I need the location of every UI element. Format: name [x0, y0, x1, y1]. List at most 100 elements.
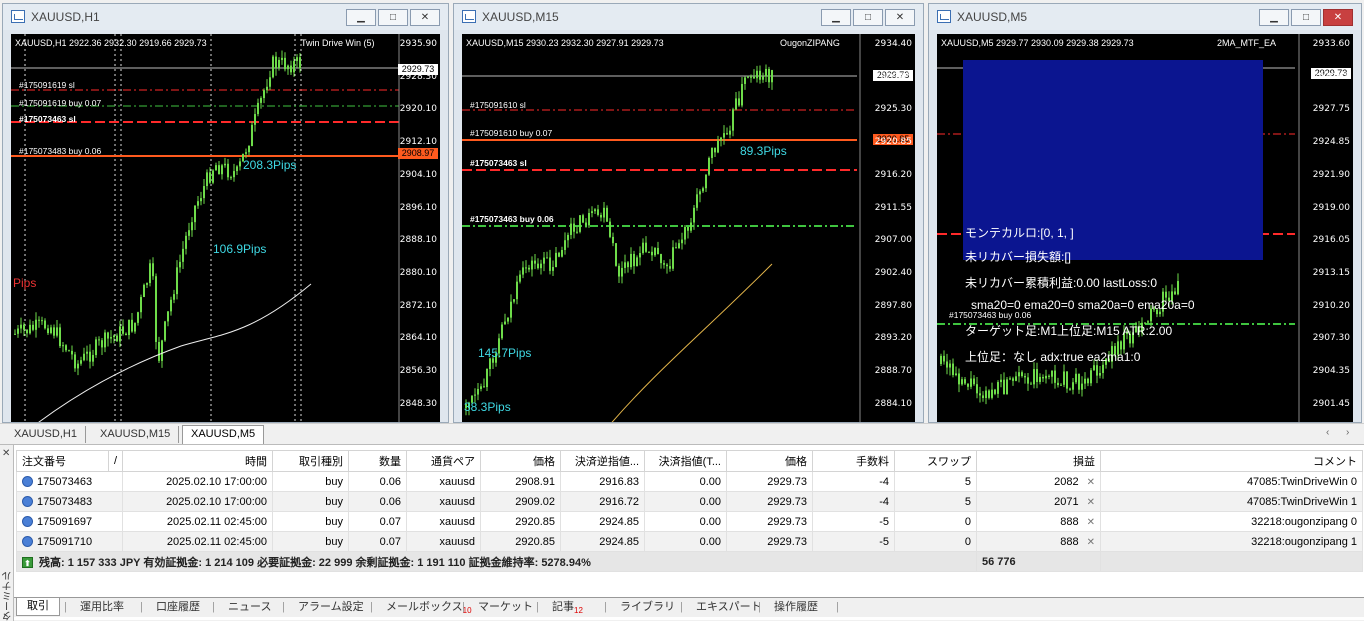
cell-value: 5: [964, 475, 971, 488]
title-bar[interactable]: XAUUSD,M5 ▁ □ ✕: [929, 4, 1361, 30]
column-header[interactable]: 価格: [480, 450, 561, 472]
column-header[interactable]: コメント: [1100, 450, 1363, 472]
candle-body: [946, 361, 948, 368]
candle-body: [940, 355, 942, 364]
tab-separator: |: [680, 601, 683, 613]
candle-body: [155, 276, 157, 342]
table-row[interactable]: 175091697 2025.02.11 02:45:00 buy 0.07 xauus…: [16, 511, 1363, 532]
cell-value: buy: [325, 535, 343, 548]
chart-window-m15[interactable]: XAUUSD,M15 ▁ □ ✕ XAUUSD,M15 2930.23 2932.3…: [453, 3, 924, 423]
pips-label: 145.7Pips: [478, 346, 532, 360]
candle-body: [65, 345, 67, 351]
close-button[interactable]: ✕: [410, 9, 440, 26]
candle-body: [765, 68, 767, 77]
close-icon[interactable]: ✕: [2, 448, 10, 459]
candle-body: [143, 284, 145, 298]
tab-3[interactable]: ニュース: [218, 599, 281, 617]
candle-body: [967, 383, 969, 387]
tab-7[interactable]: 記事12: [542, 599, 593, 617]
tab-xauusd-h1[interactable]: XAUUSD,H1: [6, 426, 86, 443]
candle-body: [158, 341, 160, 361]
order-label: #1750916​19 buy 0.07: [19, 98, 102, 108]
close-order-icon[interactable]: ✕: [1087, 497, 1095, 508]
cell-value: 47085:TwinDriveWin 1: [1246, 495, 1357, 508]
tab-0[interactable]: 取引: [16, 598, 60, 616]
maximize-button[interactable]: □: [1291, 9, 1321, 26]
candle-body: [546, 257, 548, 259]
column-header[interactable]: 時間: [122, 450, 273, 472]
column-header[interactable]: 取引種別: [272, 450, 349, 472]
column-header[interactable]: 数量: [348, 450, 407, 472]
column-header[interactable]: 損益: [976, 450, 1101, 472]
price-chart[interactable]: XAUUSD,H1 2922.36 2932.30 2919.66 2929.7…: [11, 34, 440, 422]
candle-body: [257, 102, 259, 115]
price-chart[interactable]: XAUUSD,M5 2929.77 2930.09 2929.38 2929.7…: [937, 34, 1353, 422]
table-row[interactable]: 175073483 2025.02.10 17:00:00 buy 0.06 xauus…: [16, 491, 1363, 512]
candle-body: [585, 222, 587, 226]
column-header[interactable]: スワップ: [894, 450, 977, 472]
scroll-left-icon[interactable]: ‹: [1326, 427, 1329, 438]
tab-8[interactable]: ライブラリ: [610, 599, 685, 617]
candle-body: [534, 260, 536, 264]
minimize-button[interactable]: ▁: [346, 9, 376, 26]
column-header[interactable]: 決済指値(T...: [644, 450, 727, 472]
chart-window-h1[interactable]: XAUUSD,H1 ▁ □ ✕ XAUUSD,H1 2922.36 2932.30 …: [2, 3, 449, 423]
tab-2[interactable]: 口座履歴: [146, 599, 210, 617]
tab-xauusd-m15[interactable]: XAUUSD,M15: [92, 426, 180, 443]
candle-body: [603, 207, 605, 218]
tab-separator: |: [758, 601, 761, 613]
candle-body: [101, 340, 103, 348]
cell-value: 2025.02.11 02:45:00: [166, 515, 267, 528]
tab-5[interactable]: メールボックス10: [376, 599, 482, 617]
table-row[interactable]: 175091710 2025.02.11 02:45:00 buy 0.07 xauus…: [16, 531, 1363, 552]
column-header[interactable]: /: [108, 450, 123, 472]
candle-body: [209, 172, 211, 183]
tab-separator: |: [282, 601, 285, 613]
candle-body: [714, 147, 716, 153]
minimize-button[interactable]: ▁: [821, 9, 851, 26]
candle-body: [80, 360, 82, 364]
candle-body: [1165, 291, 1167, 298]
scroll-right-icon[interactable]: ›: [1346, 427, 1349, 438]
maximize-button[interactable]: □: [853, 9, 883, 26]
candle-body: [1006, 379, 1008, 395]
ea-name: 2MA_MTF_EA: [1217, 38, 1277, 48]
minimize-button[interactable]: ▁: [1259, 9, 1289, 26]
column-header[interactable]: 決済逆指値...: [560, 450, 645, 472]
tab-label: アラーム設定: [298, 601, 364, 613]
tab-6[interactable]: マーケット: [468, 599, 543, 617]
candle-body: [531, 260, 533, 270]
candle-body: [296, 57, 298, 62]
candle-body: [107, 332, 109, 339]
price-chart[interactable]: XAUUSD,M15 2930.23 2932.30 2927.91 2929.…: [462, 34, 915, 422]
column-header[interactable]: 通貨ペア: [406, 450, 481, 472]
close-order-icon[interactable]: ✕: [1087, 517, 1095, 528]
chart-window-m5[interactable]: XAUUSD,M5 ▁ □ ✕ XAUUSD,M5 2929.77 2930.09 …: [928, 3, 1362, 423]
candle-body: [558, 252, 560, 257]
tab-label: エキスパート: [696, 601, 762, 613]
candle-body: [976, 384, 978, 394]
column-header[interactable]: 手数料: [812, 450, 895, 472]
candle-body: [287, 65, 289, 70]
table-row[interactable]: 175073463 2025.02.10 17:00:00 buy 0.06 xauus…: [16, 471, 1363, 492]
candle-body: [702, 188, 704, 192]
close-button[interactable]: ✕: [885, 9, 915, 26]
order-icon: [22, 495, 33, 507]
title-bar[interactable]: XAUUSD,M15 ▁ □ ✕: [454, 4, 923, 30]
close-button[interactable]: ✕: [1323, 9, 1353, 26]
tab-xauusd-m5[interactable]: XAUUSD,M5: [182, 425, 265, 444]
close-order-icon[interactable]: ✕: [1087, 537, 1095, 548]
cell-value: xauusd: [439, 475, 475, 488]
title-bar[interactable]: XAUUSD,H1 ▁ □ ✕: [3, 4, 448, 30]
column-header[interactable]: 注文番号: [16, 450, 109, 472]
tab-4[interactable]: アラーム設定: [288, 599, 374, 617]
y-axis-label: 2912.10: [399, 137, 437, 148]
candle-body: [1009, 378, 1011, 380]
column-header[interactable]: 価格: [726, 450, 813, 472]
close-order-icon[interactable]: ✕: [1087, 477, 1095, 488]
candle-body: [1072, 382, 1074, 390]
maximize-button[interactable]: □: [378, 9, 408, 26]
y-axis-label: 2864.10: [399, 333, 437, 344]
tab-1[interactable]: 運用比率: [70, 599, 134, 617]
tab-10[interactable]: 操作履歴: [764, 599, 828, 617]
